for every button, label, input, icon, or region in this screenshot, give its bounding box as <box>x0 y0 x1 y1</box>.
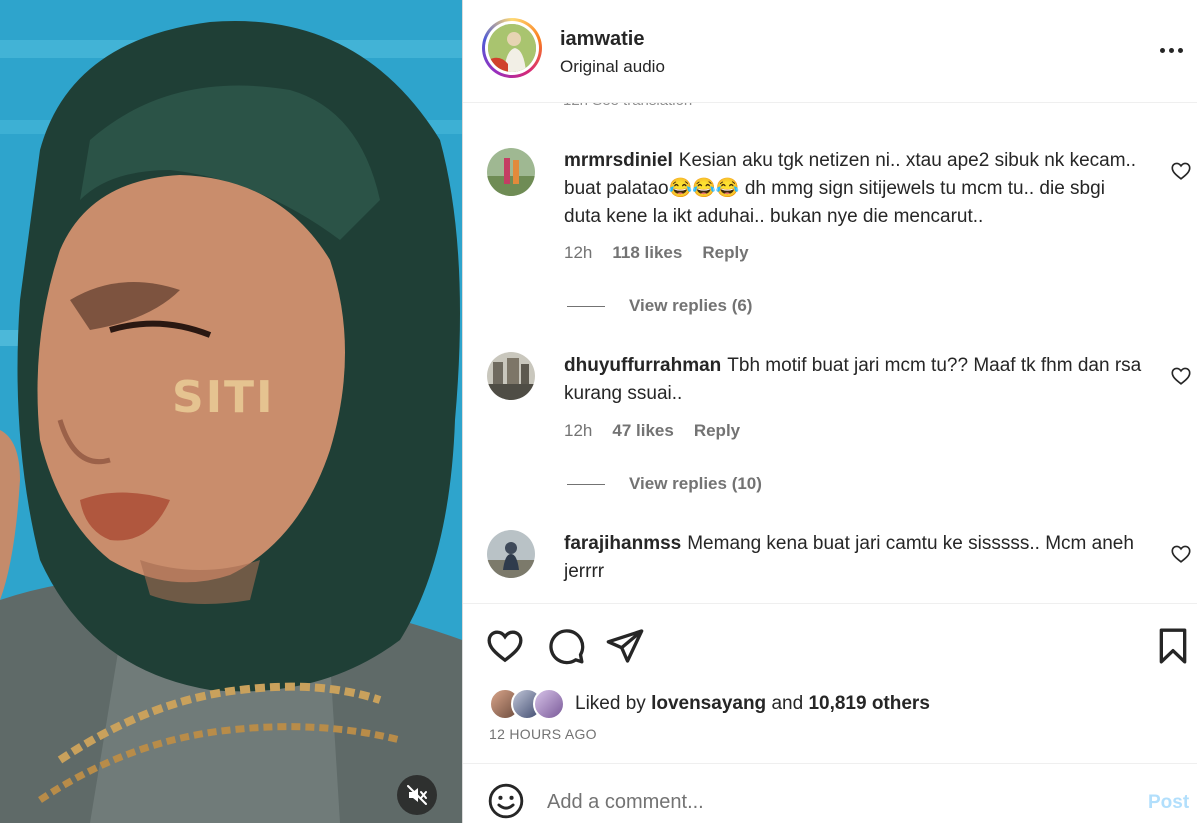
post-actions: Liked by lovensayang and 10,819 others 1… <box>463 603 1197 763</box>
emoji-smile-icon[interactable] <box>487 782 525 820</box>
speaker-muted-icon <box>407 785 427 805</box>
comment-username[interactable]: farajihanmss <box>564 533 681 554</box>
author-avatar[interactable] <box>482 18 542 78</box>
view-replies-label: View replies (6) <box>629 296 753 315</box>
author-avatar-image <box>488 24 536 72</box>
comment-reply-button[interactable]: Reply <box>702 243 748 263</box>
likes-prefix: Liked by <box>575 693 646 714</box>
comment-time[interactable]: 12h <box>564 421 592 441</box>
likes-others-count[interactable]: 10,819 others <box>808 693 929 714</box>
comment-like-heart-icon[interactable] <box>1170 160 1192 182</box>
author-username[interactable]: iamwatie <box>560 28 644 51</box>
comment-input[interactable] <box>547 784 1107 820</box>
comment-username[interactable]: dhuyuffurrahman <box>564 355 721 376</box>
comment-time[interactable]: 12h <box>564 243 592 263</box>
comment-like-heart-icon[interactable] <box>1170 543 1192 565</box>
bookmark-icon[interactable] <box>1153 626 1193 666</box>
comment-like-heart-icon[interactable] <box>1170 365 1192 387</box>
view-replies-button[interactable]: View replies (6) <box>567 296 752 316</box>
comment-likes[interactable]: 47 likes <box>612 421 673 441</box>
comment-reply-button[interactable]: Reply <box>694 421 740 441</box>
likes-connector: and <box>771 693 804 714</box>
post-timestamp[interactable]: 12 HOURS AGO <box>489 726 597 742</box>
mute-toggle-button[interactable] <box>397 775 437 815</box>
add-comment-bar: Post <box>463 763 1197 823</box>
post-video[interactable]: SITI <box>0 0 462 823</box>
more-options-icon[interactable] <box>1156 40 1186 60</box>
audio-label[interactable]: Original audio <box>560 57 665 77</box>
comments-list[interactable]: mrmrsdiniel Kesian aku tgk netizen ni.. x… <box>463 103 1197 603</box>
post-comment-button[interactable]: Post <box>1148 792 1189 814</box>
heart-icon[interactable] <box>485 626 525 666</box>
likes-username[interactable]: lovensayang <box>651 693 766 714</box>
commenter-avatar[interactable] <box>487 148 535 196</box>
post-header: iamwatie Original audio <box>463 0 1197 103</box>
view-replies-label: View replies (10) <box>629 474 762 493</box>
comment-bubble-icon[interactable] <box>546 626 586 666</box>
comment-username[interactable]: mrmrsdiniel <box>564 150 673 171</box>
video-watermark-text: SITI <box>172 372 275 423</box>
liker-avatars <box>489 688 569 720</box>
commenter-avatar[interactable] <box>487 352 535 400</box>
post-sidebar: iamwatie Original audio 12h See translat… <box>462 0 1197 823</box>
commenter-avatar[interactable] <box>487 530 535 578</box>
comment-likes[interactable]: 118 likes <box>612 243 682 263</box>
likes-summary[interactable]: Liked by lovensayang and 10,819 others <box>489 688 930 720</box>
paper-plane-icon[interactable] <box>605 626 645 666</box>
view-replies-button[interactable]: View replies (10) <box>567 474 762 494</box>
